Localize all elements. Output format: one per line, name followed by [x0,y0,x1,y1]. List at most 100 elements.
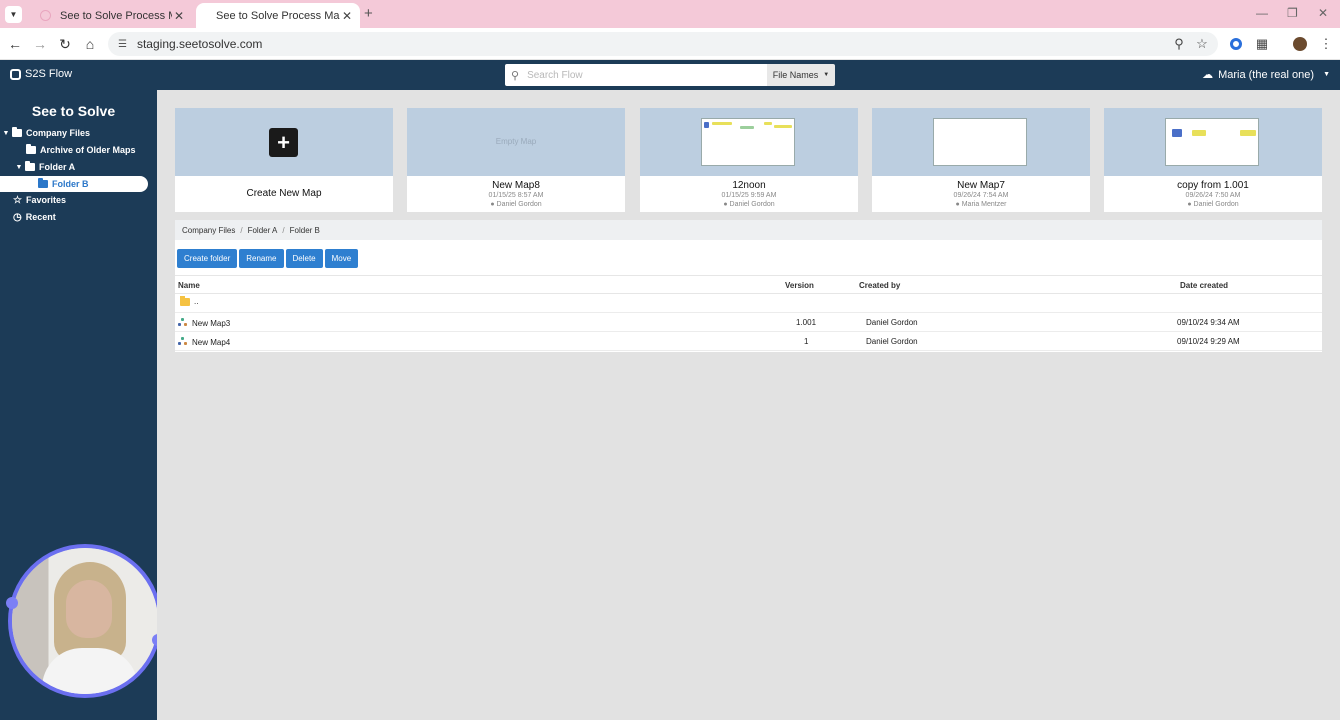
column-header-name[interactable]: Name [178,281,200,290]
tab-list-button[interactable]: ▼ [5,6,22,23]
browser-tab-2[interactable]: See to Solve Process Maps ✕ [196,3,360,28]
new-tab-icon[interactable]: + [364,5,373,22]
card-author: ● Daniel Gordon [407,201,625,208]
version-cell: 1 [804,337,809,346]
parent-folder-row[interactable]: .. [175,294,1322,313]
search-filter-dropdown[interactable]: File Names ▼ [767,64,835,86]
sidebar-item-label: Company Files [26,128,91,138]
browser-toolbar: ← → ↻ ⌂ ☰ staging.seetosolve.com ⚲ ☆ ▦ ⋮ [0,28,1340,60]
user-menu[interactable]: ☁ Maria (the real one) ▼ [1202,68,1330,82]
minimize-icon[interactable]: — [1256,6,1268,20]
home-icon[interactable]: ⌂ [81,35,99,53]
table-row[interactable]: New Map3 1.001 Daniel Gordon 09/10/24 9:… [175,313,1322,332]
file-table: Name Version Created by Date created .. … [175,275,1322,351]
main-content: + Create New Map Empty Map New Map8 01/1… [157,90,1340,720]
sidebar-item-label: Favorites [25,195,66,205]
rename-button[interactable]: Rename [239,249,284,268]
caret-down-icon[interactable]: ▼ [13,164,25,171]
webcam-ring-dot [6,597,18,609]
date-created-cell: 09/10/24 9:34 AM [1177,318,1240,327]
empty-map-label: Empty Map [495,137,537,146]
filter-label: File Names [772,70,819,80]
move-button[interactable]: Move [324,249,359,268]
cloud-icon: ☁ [1202,69,1214,81]
folder-icon [12,127,22,137]
clock-icon: ◷ [13,211,22,223]
column-header-date-created[interactable]: Date created [1180,281,1228,290]
folder-icon [38,178,48,188]
map-preview [1165,118,1259,166]
sidebar-item-company-files[interactable]: ▼ Company Files [0,125,90,141]
card-date: 09/26/24 7:54 AM [953,192,1009,199]
forward-icon[interactable]: → [31,35,49,53]
browser-tab-1[interactable]: See to Solve Process Maps ✕ [28,3,192,28]
plus-icon: + [269,128,298,157]
sidebar-item-favorites[interactable]: ☆ Favorites [13,192,66,208]
breadcrumb-item[interactable]: Folder B [290,226,320,235]
zoom-icon[interactable]: ⚲ [1171,36,1187,52]
map-card[interactable]: copy from 1.001 09/26/24 7:50 AM ● Danie… [1104,108,1322,212]
sidebar-item-folder-b[interactable]: Folder B [0,176,148,192]
delete-button[interactable]: Delete [285,249,323,268]
bookmark-star-icon[interactable]: ☆ [1194,36,1210,52]
breadcrumb: Company Files / Folder A / Folder B [175,220,1322,240]
sidebar-item-archive[interactable]: Archive of Older Maps [26,142,136,158]
app-header: S2S Flow ⚲ File Names ▼ ☁ Maria (the rea… [0,60,1340,90]
user-icon: ● [490,201,495,208]
card-thumbnail [1104,108,1322,176]
restore-icon[interactable]: ❐ [1287,6,1298,20]
caret-down-icon[interactable]: ▼ [0,130,12,137]
card-author-name: Maria Mentzer [961,201,1007,208]
user-icon: ● [723,201,728,208]
folder-icon [180,296,190,306]
brand[interactable]: S2S Flow [10,68,72,80]
sidebar-item-folder-a[interactable]: ▼ Folder A [13,159,75,175]
created-by-cell: Daniel Gordon [866,337,918,346]
version-cell: 1.001 [796,318,817,327]
site-info-icon[interactable]: ☰ [118,39,127,50]
file-name: New Map4 [192,338,231,347]
close-tab-icon[interactable]: ✕ [172,9,186,23]
search-input[interactable] [527,69,748,81]
table-header: Name Version Created by Date created [175,275,1322,294]
star-icon: ☆ [13,194,22,206]
user-icon: ● [955,201,960,208]
parent-folder-label: .. [194,297,199,306]
card-author: ● Daniel Gordon [1104,201,1322,208]
map-card[interactable]: 12noon 01/15/25 9:59 AM ● Daniel Gordon [640,108,858,212]
card-date: 01/15/25 9:59 AM [721,192,777,199]
card-name: copy from 1.001 [1177,180,1249,191]
profile-avatar[interactable] [1292,36,1308,52]
process-map-icon [178,318,187,327]
reload-icon[interactable]: ↻ [56,35,74,53]
breadcrumb-separator: / [240,225,243,235]
back-icon[interactable]: ← [6,35,24,53]
map-card[interactable]: Empty Map New Map8 01/15/25 8:57 AM ● Da… [407,108,625,212]
table-row[interactable]: New Map4 1 Daniel Gordon 09/10/24 9:29 A… [175,332,1322,351]
address-bar[interactable]: ☰ staging.seetosolve.com [108,32,1218,56]
sidebar-item-label: Folder A [39,162,76,172]
url-text: staging.seetosolve.com [136,37,263,51]
map-card[interactable]: New Map7 09/26/24 7:54 AM ● Maria Mentze… [872,108,1090,212]
puzzle-icon[interactable]: ▦ [1254,36,1270,52]
breadcrumb-item[interactable]: Company Files [182,226,235,235]
sidebar-item-recent[interactable]: ◷ Recent [13,209,56,225]
column-header-version[interactable]: Version [785,281,814,290]
create-new-map-card[interactable]: + Create New Map [175,108,393,212]
map-preview [933,118,1027,166]
close-tab-icon[interactable]: ✕ [340,9,354,23]
create-folder-button[interactable]: Create folder [177,249,238,268]
process-map-icon [178,337,187,346]
extension-icon[interactable] [1228,36,1244,52]
date-created-cell: 09/10/24 9:29 AM [1177,337,1240,346]
brand-name: S2S Flow [25,68,73,80]
breadcrumb-separator: / [282,225,285,235]
presenter-webcam [8,544,162,698]
card-author-name: Daniel Gordon [729,201,775,208]
close-window-icon[interactable]: ✕ [1318,6,1328,20]
column-header-created-by[interactable]: Created by [859,281,900,290]
menu-kebab-icon[interactable]: ⋮ [1318,36,1334,52]
webcam-person-face [66,580,112,638]
tab-title: See to Solve Process Maps [216,9,340,22]
breadcrumb-item[interactable]: Folder A [248,226,278,235]
